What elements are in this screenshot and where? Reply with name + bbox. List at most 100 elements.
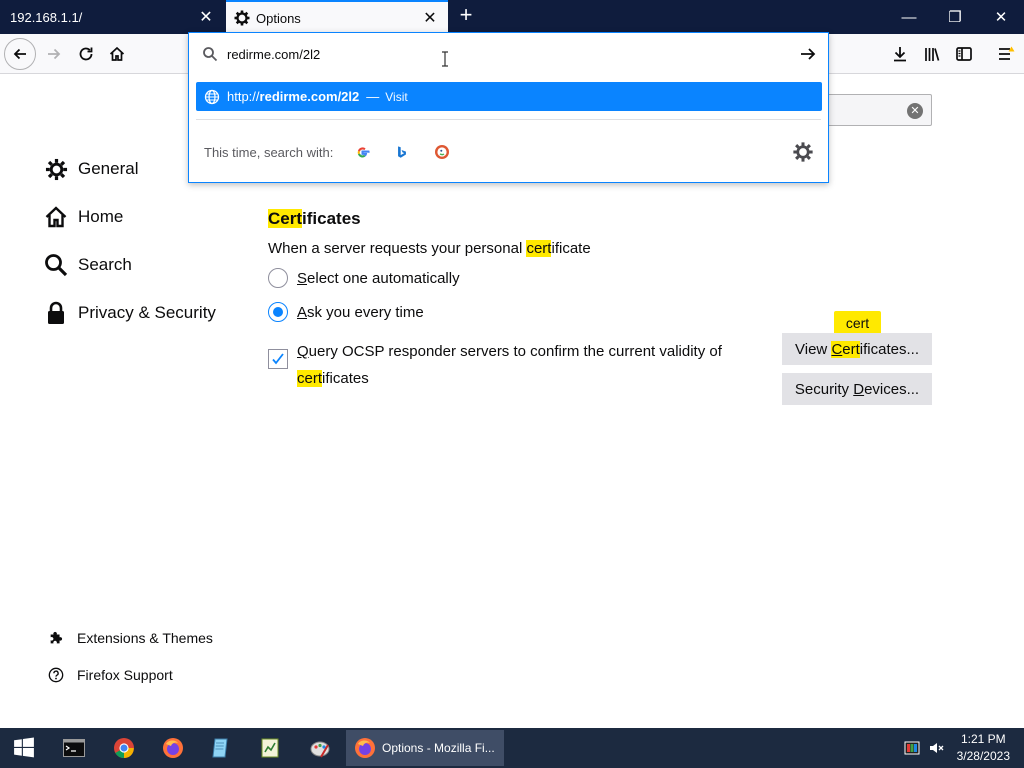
library-button[interactable] bbox=[916, 38, 948, 70]
go-button[interactable] bbox=[798, 44, 818, 64]
terminal-icon[interactable] bbox=[54, 732, 94, 764]
search-icon bbox=[203, 47, 218, 62]
radio-label: Select one automatically bbox=[297, 270, 460, 287]
search-icon bbox=[44, 253, 68, 277]
tab-title: Options bbox=[256, 10, 301, 26]
firefox-icon[interactable] bbox=[153, 732, 193, 764]
view-certificates-button[interactable]: View Cert ificates... bbox=[782, 333, 932, 365]
result-host: redirme.com/2l2 bbox=[259, 89, 360, 104]
menu-button[interactable] bbox=[990, 38, 1022, 70]
radio-label-text: elect one automatically bbox=[307, 269, 460, 287]
sidebar-item-label: Extensions & Themes bbox=[77, 630, 213, 646]
windows-taskbar: Options - Mozilla Fi... 1:21 PM 3/28/202… bbox=[0, 728, 1024, 768]
tab-options[interactable]: Options ✕ bbox=[226, 0, 448, 34]
sidebar-firefox-support[interactable]: Firefox Support bbox=[47, 666, 173, 684]
google-engine-icon[interactable] bbox=[351, 141, 373, 163]
search-settings-gear-icon[interactable] bbox=[792, 141, 814, 163]
puzzle-icon bbox=[47, 629, 65, 647]
back-button[interactable] bbox=[4, 38, 36, 70]
taskbar-window-title: Options - Mozilla Fi... bbox=[382, 741, 495, 755]
sidebar-item-search[interactable]: Search bbox=[44, 253, 132, 277]
button-text: ert bbox=[842, 340, 860, 358]
search-highlight: Cert bbox=[831, 340, 860, 358]
window-close-button[interactable]: ✕ bbox=[978, 0, 1024, 34]
radio-button[interactable] bbox=[268, 268, 288, 288]
tab-router[interactable]: 192.168.1.1/ ✕ bbox=[0, 0, 224, 34]
checkbox-label-text: uery OCSP responder servers to confirm t… bbox=[308, 343, 722, 360]
urlbar-input[interactable] bbox=[227, 46, 747, 62]
one-off-label: This time, search with: bbox=[204, 144, 334, 160]
radio-label: Ask you every time bbox=[297, 304, 424, 321]
volume-muted-icon[interactable] bbox=[928, 740, 944, 756]
result-action: Visit bbox=[385, 89, 408, 104]
system-clock[interactable]: 1:21 PM 3/28/2023 bbox=[957, 731, 1010, 765]
forward-button[interactable] bbox=[38, 38, 70, 70]
checkmark-icon bbox=[272, 353, 284, 365]
windows-start-icon[interactable] bbox=[4, 732, 44, 764]
access-key: A bbox=[297, 303, 308, 321]
paint-icon[interactable] bbox=[300, 732, 340, 764]
sidebar-item-privacy-security[interactable]: Privacy & Security bbox=[44, 301, 216, 325]
checkbox-label: Query OCSP responder servers to confirm … bbox=[297, 338, 737, 392]
sidebar-item-label: Privacy & Security bbox=[78, 303, 216, 322]
globe-icon bbox=[204, 89, 220, 104]
duckduckgo-engine-icon[interactable] bbox=[431, 141, 453, 163]
hamburger-menu-icon bbox=[999, 46, 1015, 60]
clock-date: 3/28/2023 bbox=[956, 749, 1010, 763]
restore-button[interactable]: ❐ bbox=[932, 0, 978, 34]
sidebar-item-home[interactable]: Home bbox=[44, 205, 123, 229]
access-key: Q bbox=[297, 343, 309, 360]
sidebar-item-general[interactable]: General bbox=[44, 157, 138, 181]
tab-strip: 192.168.1.1/ ✕ Options ✕ + — ❐ ✕ bbox=[0, 0, 1024, 34]
search-highlight: cert bbox=[526, 240, 552, 257]
home-icon bbox=[109, 46, 125, 61]
access-key: D bbox=[853, 380, 865, 398]
url-suggestion-visit[interactable]: http:// redirme.com/2l2 — Visit bbox=[196, 82, 822, 111]
text-cursor-icon bbox=[440, 51, 450, 67]
checkbox-label-text: ificates bbox=[322, 370, 369, 387]
access-key: C bbox=[831, 340, 843, 358]
taskbar-firefox-window[interactable]: Options - Mozilla Fi... bbox=[346, 730, 504, 766]
heading-text: ificates bbox=[302, 209, 361, 228]
help-icon bbox=[47, 666, 65, 684]
bing-engine-icon[interactable] bbox=[391, 141, 413, 163]
tab-title: 192.168.1.1/ bbox=[10, 9, 83, 25]
sidebar-icon bbox=[956, 47, 972, 61]
sidebar-extensions-themes[interactable]: Extensions & Themes bbox=[47, 629, 213, 647]
notepad-icon[interactable] bbox=[201, 732, 241, 764]
sidebar-item-label: General bbox=[78, 159, 139, 178]
sheet-editor-icon[interactable] bbox=[250, 732, 290, 764]
minimize-button[interactable]: — bbox=[886, 0, 932, 34]
find-in-options-input[interactable]: ✕ bbox=[826, 94, 932, 126]
downloads-button[interactable] bbox=[884, 38, 916, 70]
home-button[interactable] bbox=[101, 38, 133, 70]
go-arrow-icon bbox=[801, 48, 816, 60]
button-text: Security bbox=[794, 380, 850, 398]
sidebar-item-label: Firefox Support bbox=[77, 667, 173, 683]
close-tab-icon[interactable]: ✕ bbox=[418, 6, 442, 30]
sidebar-button[interactable] bbox=[948, 38, 980, 70]
access-key: S bbox=[297, 269, 308, 287]
urlbar[interactable] bbox=[189, 33, 828, 75]
radio-button-checked[interactable] bbox=[268, 302, 288, 322]
search-highlight: Cert bbox=[268, 209, 303, 228]
sidebar-item-label: Search bbox=[78, 255, 132, 274]
reload-icon bbox=[79, 47, 93, 61]
new-tab-button[interactable]: + bbox=[454, 4, 478, 28]
chrome-icon[interactable] bbox=[104, 732, 144, 764]
radio-ask-every-time[interactable]: Ask you every time bbox=[268, 302, 424, 322]
certificates-heading: Certificates bbox=[268, 209, 361, 229]
button-text: ificates... bbox=[859, 340, 919, 358]
radio-select-automatically[interactable]: Select one automatically bbox=[268, 268, 460, 288]
close-tab-icon[interactable]: ✕ bbox=[194, 5, 218, 29]
checkbox-query-ocsp[interactable]: Query OCSP responder servers to confirm … bbox=[268, 338, 737, 392]
urlbar-popup: http:// redirme.com/2l2 — Visit This tim… bbox=[188, 32, 829, 183]
description-text: When a server requests your personal bbox=[268, 240, 527, 257]
security-devices-button[interactable]: Security Devices... bbox=[782, 373, 932, 405]
color-tray-icon[interactable] bbox=[904, 740, 920, 756]
checkbox-checked[interactable] bbox=[268, 349, 288, 369]
clear-search-icon[interactable]: ✕ bbox=[907, 103, 923, 119]
reload-button[interactable] bbox=[70, 38, 102, 70]
forward-arrow-icon bbox=[48, 48, 61, 60]
firefox-icon bbox=[355, 738, 375, 758]
